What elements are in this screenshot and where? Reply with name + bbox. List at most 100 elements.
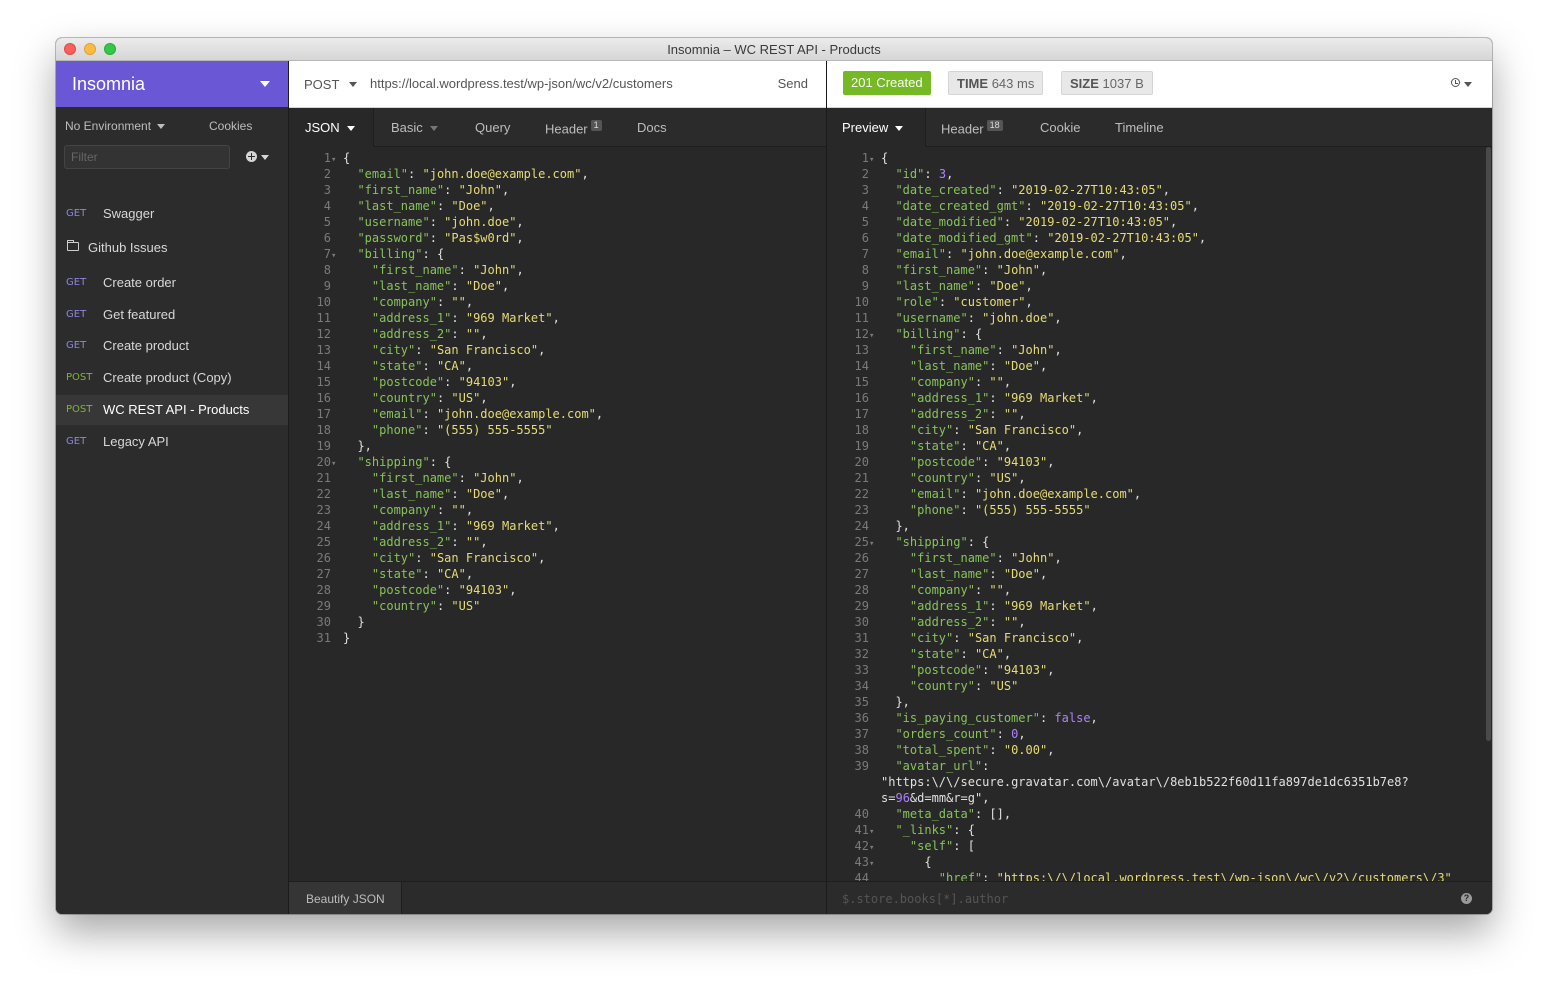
- sidebar-item-label: Get featured: [103, 307, 176, 322]
- code-line: 27 "last_name": "Doe",: [827, 566, 1048, 582]
- code-line: 15 "company": "",: [827, 374, 1012, 390]
- tab-response-header[interactable]: Header 18: [926, 108, 1022, 146]
- environment-dropdown[interactable]: No Environment: [65, 119, 166, 133]
- workspace-name: Insomnia: [72, 74, 146, 94]
- code-line: 21 "first_name": "John",: [289, 470, 524, 486]
- window-title: Insomnia – WC REST API - Products: [667, 42, 881, 57]
- url-input[interactable]: https://local.wordpress.test/wp-json/wc/…: [370, 76, 673, 91]
- line-number: 40: [854, 807, 869, 821]
- sidebar-item[interactable]: GET Get featured: [56, 300, 288, 330]
- line-number: 5: [861, 215, 869, 229]
- code-text: "email": "john.doe@example.com",: [895, 247, 1127, 261]
- app-window: Insomnia – WC REST API - Products Insomn…: [56, 38, 1492, 914]
- line-number: 28: [854, 583, 869, 597]
- line-number: 2: [323, 167, 331, 181]
- code-line: 6 "date_modified_gmt": "2019-02-27T10:43…: [827, 230, 1206, 246]
- response-filter-input[interactable]: $.store.books[*].author: [842, 892, 1008, 906]
- sidebar-filter-input[interactable]: [64, 145, 230, 169]
- sidebar-folder[interactable]: Github Issues: [56, 233, 288, 263]
- tab-label: Header: [941, 121, 984, 137]
- code-line: 38 "total_spent": "0.00",: [827, 742, 1055, 758]
- code-line: 5 "date_modified": "2019-02-27T10:43:05"…: [827, 214, 1177, 230]
- code-text: "billing": {: [895, 327, 983, 341]
- tab-basic[interactable]: Basic: [374, 108, 454, 146]
- response-scrollbar[interactable]: [1486, 147, 1491, 741]
- sidebar-item-label: Legacy API: [103, 434, 169, 449]
- line-number: 7: [861, 247, 869, 261]
- sidebar-item[interactable]: GET Create order: [56, 268, 288, 298]
- line-number: 3: [861, 183, 869, 197]
- tab-cookie[interactable]: Cookie: [1022, 108, 1096, 146]
- code-line: 27 "state": "CA",: [289, 566, 474, 582]
- code-line: 5 "username": "john.doe",: [289, 214, 524, 230]
- cookies-button[interactable]: Cookies: [209, 119, 252, 133]
- request-body-editor[interactable]: 1▾{2 "email": "john.doe@example.com", 3 "…: [289, 147, 826, 883]
- line-number: 20: [854, 455, 869, 469]
- method-badge: GET: [66, 277, 87, 288]
- tab-label: Basic: [391, 120, 423, 135]
- code-text: "last_name": "Doe",: [357, 199, 495, 213]
- beautify-json-button[interactable]: Beautify JSON: [289, 882, 402, 914]
- line-number: 7: [323, 247, 331, 261]
- add-request-button[interactable]: [246, 151, 270, 163]
- line-number: 25: [316, 535, 331, 549]
- code-text: "country": "US",: [909, 471, 1026, 485]
- code-line: 33 "postcode": "94103",: [827, 662, 1055, 678]
- sidebar-item[interactable]: GET Swagger: [56, 199, 288, 229]
- line-number: 34: [854, 679, 869, 693]
- tab-json[interactable]: JSON: [289, 108, 374, 147]
- tab-header[interactable]: Header 1: [534, 108, 622, 146]
- line-number: 17: [316, 407, 331, 421]
- tab-timeline[interactable]: Timeline: [1096, 108, 1186, 146]
- line-number: 16: [316, 391, 331, 405]
- code-line: 24 },: [827, 518, 910, 534]
- code-text: "meta_data": [],: [895, 807, 1012, 821]
- response-body-viewer[interactable]: 1▾{2 "id": 3, 3 "date_created": "2019-02-…: [827, 147, 1487, 883]
- line-number: 27: [854, 567, 869, 581]
- code-line: 24 "address_1": "969 Market",: [289, 518, 560, 534]
- tab-query[interactable]: Query: [454, 108, 534, 146]
- code-line: 14 "state": "CA",: [289, 358, 474, 374]
- line-number: 25: [854, 535, 869, 549]
- code-text: "state": "CA",: [371, 359, 474, 373]
- plus-circle-icon: [246, 151, 257, 162]
- code-text: "_links": {: [895, 823, 975, 837]
- chevron-down-icon[interactable]: [1464, 82, 1472, 87]
- line-number: 37: [854, 727, 869, 741]
- status-badge: 201 Created: [843, 71, 931, 95]
- code-text: "password": "Pas$w0rd",: [357, 231, 524, 245]
- code-text: "address_1": "969 Market",: [909, 391, 1098, 405]
- sidebar-item[interactable]: GET Legacy API: [56, 427, 288, 457]
- line-number: 36: [854, 711, 869, 725]
- code-line: 26 "first_name": "John",: [827, 550, 1062, 566]
- sidebar-item[interactable]: POST Create product (Copy): [56, 363, 288, 393]
- code-line: 30 }: [289, 614, 365, 630]
- code-text: "address_1": "969 Market",: [371, 519, 560, 533]
- code-text: "first_name": "John",: [371, 471, 524, 485]
- chevron-down-icon: [261, 155, 269, 160]
- code-line: 26 "city": "San Francisco",: [289, 550, 546, 566]
- tab-docs[interactable]: Docs: [622, 108, 692, 146]
- method-badge: GET: [66, 340, 87, 351]
- line-number: 26: [854, 551, 869, 565]
- line-number: 30: [854, 615, 869, 629]
- line-number: 6: [861, 231, 869, 245]
- help-icon[interactable]: ?: [1461, 893, 1472, 904]
- clock-icon[interactable]: [1451, 78, 1460, 87]
- workspace-menu[interactable]: Insomnia: [56, 61, 288, 107]
- code-text: "country": "US": [909, 679, 1019, 693]
- header-count-badge: 1: [590, 120, 602, 131]
- line-number: 1: [861, 151, 869, 165]
- sidebar-item-label: WC REST API - Products: [103, 402, 250, 417]
- sidebar-item[interactable]: GET Create product: [56, 331, 288, 361]
- method-dropdown[interactable]: POST: [304, 77, 339, 92]
- sidebar-item[interactable]: POST WC REST API - Products: [56, 395, 288, 425]
- line-number: 18: [854, 423, 869, 437]
- tab-preview[interactable]: Preview: [827, 108, 926, 147]
- line-number: 6: [323, 231, 331, 245]
- code-text: "postcode": "94103",: [371, 583, 517, 597]
- time-label: TIME: [957, 76, 989, 91]
- code-text: }: [343, 631, 351, 645]
- send-button[interactable]: Send: [778, 76, 808, 91]
- code-text: "first_name": "John",: [909, 343, 1062, 357]
